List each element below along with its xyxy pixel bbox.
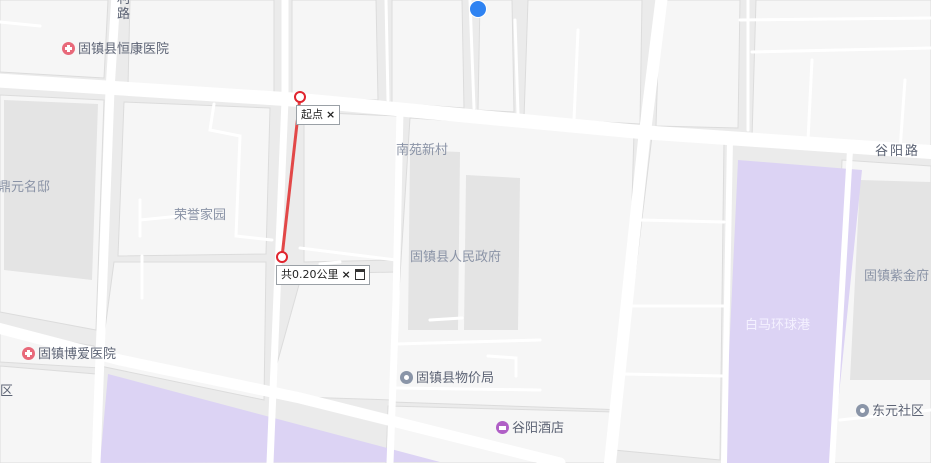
map-canvas[interactable]	[0, 0, 931, 463]
trash-icon[interactable]	[354, 269, 365, 280]
community-icon	[856, 404, 869, 417]
poi-dongyuan[interactable]: 东元社区	[856, 404, 924, 420]
hotel-icon	[496, 421, 509, 434]
area-label-dingyuan: 鼎元名邸	[0, 180, 51, 195]
poi-label: 固镇县恒康医院	[78, 42, 170, 57]
poi-label: 固镇县物价局	[416, 371, 495, 386]
road-label-top-2: 路	[117, 7, 131, 22]
poi-label: 谷阳酒店	[512, 421, 565, 436]
route-end-marker[interactable]	[276, 251, 288, 263]
government-icon	[400, 371, 413, 384]
area-label-government: 固镇县人民政府	[410, 250, 502, 265]
poi-label: 固镇博爱医院	[38, 347, 117, 362]
area-label-rongyu: 荣誉家园	[174, 208, 227, 223]
area-label-zijin: 固镇紫金府	[864, 269, 930, 284]
distance-tag: 共0.20公里 ×	[276, 265, 370, 285]
close-icon[interactable]: ×	[326, 108, 335, 121]
distance-label: 共0.20公里	[281, 268, 339, 281]
poi-hengkang-hospital[interactable]: 固镇县恒康医院	[62, 42, 169, 58]
area-label-baima: 白马环球港	[745, 318, 811, 333]
close-icon[interactable]: ×	[342, 268, 351, 281]
hospital-icon	[22, 347, 35, 360]
route-start-marker[interactable]	[294, 91, 306, 103]
area-label-nanyuan: 南苑新村	[396, 143, 449, 158]
poi-boai-hospital[interactable]: 固镇博爱医院	[22, 347, 116, 363]
poi-label: 东元社区	[872, 404, 925, 419]
start-label: 起点	[301, 108, 323, 121]
start-point-tag: 起点 ×	[296, 105, 341, 125]
hospital-icon	[62, 42, 75, 55]
area-label-district: 区	[0, 384, 14, 399]
poi-guyang-hotel[interactable]: 谷阳酒店	[496, 421, 564, 437]
poi-price-bureau[interactable]: 固镇县物价局	[400, 371, 494, 387]
road-label-guyang: 谷阳路	[875, 144, 921, 159]
current-location-dot	[470, 1, 486, 17]
